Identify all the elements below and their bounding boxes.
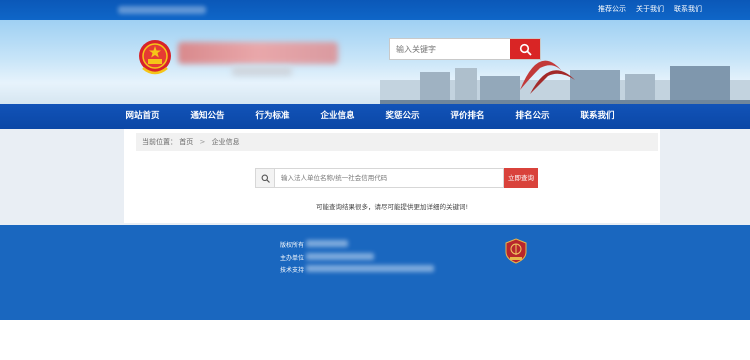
search-icon xyxy=(519,43,532,56)
footer-tech-label: 技术支持 xyxy=(280,267,305,274)
search-icon xyxy=(261,174,270,183)
header-search xyxy=(389,38,541,60)
nav-item-rewards[interactable]: 奖惩公示 xyxy=(370,104,435,129)
footer-tech-blurred xyxy=(306,265,434,272)
breadcrumb: 当前位置： 首页 > 企业信息 xyxy=(136,133,658,151)
nav-item-rating[interactable]: 评价排名 xyxy=(435,104,500,129)
header-search-button[interactable] xyxy=(510,39,540,59)
top-link-contact[interactable]: 联系我们 xyxy=(674,4,702,14)
query-hint: 可能查询结果很多，请尽可能提供更加详细的关键词! xyxy=(315,203,469,211)
enterprise-search-input[interactable] xyxy=(274,168,504,188)
breadcrumb-separator: > xyxy=(199,138,206,146)
query-submit-button[interactable]: 立即查询 xyxy=(504,168,538,188)
top-link-about[interactable]: 关于我们 xyxy=(636,4,664,14)
breadcrumb-prefix: 当前位置： xyxy=(142,138,177,146)
footer-host-label: 主办单位 xyxy=(280,255,305,262)
main-nav: 网站首页 通知公告 行为标准 企业信息 奖惩公示 评价排名 排名公示 联系我们 xyxy=(0,104,750,129)
police-badge-icon[interactable] xyxy=(505,238,527,264)
nav-item-ranking[interactable]: 排名公示 xyxy=(500,104,565,129)
page-bottom xyxy=(0,320,750,360)
nav-item-standards[interactable]: 行为标准 xyxy=(240,104,305,129)
header-search-input[interactable] xyxy=(390,39,510,59)
top-link-recommend[interactable]: 推荐公示 xyxy=(598,4,626,14)
breadcrumb-home[interactable]: 首页 xyxy=(179,138,193,146)
query-search-icon-box xyxy=(255,168,275,188)
top-links: 推荐公示 关于我们 联系我们 xyxy=(598,4,702,14)
enterprise-query: 立即查询 xyxy=(255,168,538,188)
footer-copyright-blurred xyxy=(306,240,348,247)
header-banner xyxy=(0,20,750,104)
top-bar: 推荐公示 关于我们 联系我们 xyxy=(0,0,750,20)
footer-host-blurred xyxy=(306,253,374,260)
site-name-blurred xyxy=(178,42,338,64)
page: 推荐公示 关于我们 联系我们 输入关键字 网站首页 通知公告 行为标准 企业信息… xyxy=(0,0,750,360)
breadcrumb-current[interactable]: 企业信息 xyxy=(212,138,240,146)
nav-item-notices[interactable]: 通知公告 xyxy=(175,104,240,129)
footer-copyright-label: 版权所有 xyxy=(280,242,305,249)
nav-item-home[interactable]: 网站首页 xyxy=(110,104,175,129)
site-subtitle-blurred xyxy=(232,66,292,76)
national-emblem-icon xyxy=(139,40,171,75)
site-title-blurred xyxy=(118,6,206,14)
nav-item-contact[interactable]: 联系我们 xyxy=(565,104,630,129)
main-content: 当前位置： 首页 > 企业信息 立即查询 可能查询结果很多，请尽可能提供更加详细… xyxy=(124,129,660,223)
footer: 版权所有 主办单位 技术支持 xyxy=(0,225,750,320)
nav-item-enterprise-info[interactable]: 企业信息 xyxy=(305,104,370,129)
